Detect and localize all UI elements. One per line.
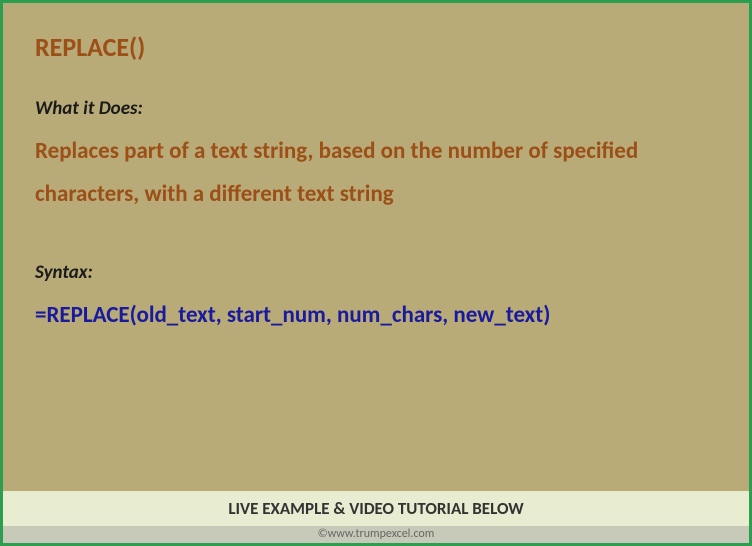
what-it-does-label: What it Does: [35, 97, 717, 120]
what-it-does-description: Replaces part of a text string, based on… [35, 130, 717, 215]
syntax-label: Syntax: [35, 261, 717, 284]
syntax-text: =REPLACE(old_text, start_num, num_chars,… [35, 294, 717, 337]
copyright-bar: ©www.trumpexcel.com [3, 526, 749, 543]
content-area: REPLACE() What it Does: Replaces part of… [3, 3, 749, 491]
function-title: REPLACE() [35, 31, 717, 63]
document-card: REPLACE() What it Does: Replaces part of… [0, 0, 752, 546]
footer-cta-bar: LIVE EXAMPLE & VIDEO TUTORIAL BELOW [3, 491, 749, 526]
